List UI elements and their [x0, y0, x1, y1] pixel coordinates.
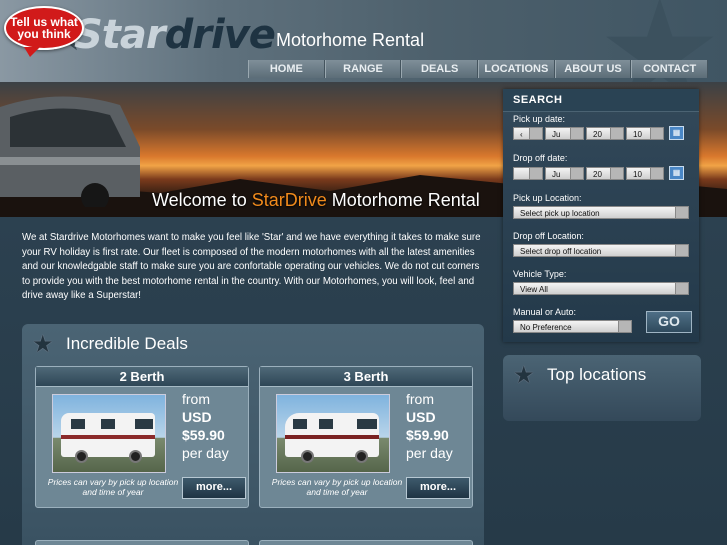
price-per: per day [406, 445, 453, 461]
vehicle-type-select[interactable]: View All [513, 282, 689, 295]
dropoff-minute-value: 10 [633, 170, 642, 179]
deal-price-block: from USD $59.90 per day [406, 390, 453, 462]
deal-title[interactable]: 3 Berth [260, 367, 472, 387]
pickup-day-value: ‹ [520, 130, 523, 139]
dropoff-location-select[interactable]: Select drop off location [513, 244, 689, 257]
transmission-value: No Preference [520, 323, 572, 332]
pickup-minute-select[interactable]: 10 [626, 127, 664, 140]
welcome-suffix: Motorhome Rental [326, 190, 480, 210]
dropoff-date-label: Drop off date: [513, 153, 568, 163]
transmission-label: Manual or Auto: [513, 307, 577, 317]
search-title: SEARCH [503, 89, 699, 112]
price-amount: $59.90 [406, 427, 449, 443]
vehicle-type-label: Vehicle Type: [513, 269, 567, 279]
welcome-heading: Welcome to StarDrive Motorhome Rental [152, 190, 480, 211]
intro-text: We at Stardrive Motorhomes want to make … [22, 232, 481, 302]
deal-card: 2 Berth from USD $59.90 per day Prices c… [35, 366, 249, 508]
star-icon: ★ [32, 330, 54, 358]
pickup-minute-value: 10 [633, 130, 642, 139]
welcome-prefix: Welcome to [152, 190, 252, 210]
nav-range[interactable]: RANGE [324, 60, 402, 78]
dropoff-location-value: Select drop off location [520, 247, 602, 256]
pickup-day-select[interactable]: ‹ [513, 127, 543, 140]
welcome-brand: StarDrive [251, 190, 327, 210]
dropoff-month-select[interactable]: Ju [545, 167, 584, 180]
main-nav: HOME RANGE DEALS LOCATIONS ABOUT US CONT… [248, 60, 709, 78]
nav-locations[interactable]: LOCATIONS [478, 60, 555, 78]
pickup-location-label: Pick up Location: [513, 193, 582, 203]
calendar-icon[interactable]: ▦ [669, 126, 684, 140]
pickup-hour-select[interactable]: 20 [586, 127, 624, 140]
calendar-icon[interactable]: ▦ [669, 166, 684, 180]
vehicle-type-value: View All [520, 285, 548, 294]
dropoff-minute-select[interactable]: 10 [626, 167, 664, 180]
deals-header: ★ Incredible Deals [22, 324, 484, 364]
logo[interactable]: Stardrive [74, 12, 276, 58]
logo-text-star: Star [74, 12, 166, 58]
rv-illustration [285, 413, 379, 463]
motorhome-image[interactable] [276, 394, 390, 473]
transmission-select[interactable]: No Preference [513, 320, 632, 333]
deal-price-block: from USD $59.90 per day [182, 390, 229, 462]
go-button[interactable]: GO [646, 311, 692, 333]
pickup-month-select[interactable]: Ju [545, 127, 584, 140]
dropoff-month-value: Ju [552, 170, 561, 179]
price-per: per day [182, 445, 229, 461]
pickup-hour-value: 20 [593, 130, 602, 139]
header: ★ ★ Stardrive Tell us what you think Mot… [0, 0, 727, 82]
nav-about-us[interactable]: ABOUT US [554, 60, 632, 78]
tagline: Motorhome Rental [276, 30, 425, 50]
deals-panel: ★ Incredible Deals 2 Berth from USD $59.… [22, 324, 484, 545]
pickup-month-value: Ju [552, 130, 561, 139]
page: ★ ★ Stardrive Tell us what you think Mot… [0, 0, 727, 545]
search-panel: SEARCH Pick up date: ‹ Ju 20 10 ▦ Drop o… [503, 89, 699, 342]
price-note: Prices can vary by pick up location and … [271, 477, 403, 497]
nav-contact[interactable]: CONTACT [631, 60, 709, 78]
deals-title: Incredible Deals [66, 334, 188, 353]
pickup-location-select[interactable]: Select pick up location [513, 206, 689, 219]
top-locations-panel: ★ Top locations [503, 355, 701, 421]
pickup-location-value: Select pick up location [520, 209, 600, 218]
logo-text-drive: drive [164, 12, 276, 58]
deal-card: 3 Berth from USD $59.90 per day Prices c… [259, 366, 473, 508]
deal-card-partial [259, 540, 473, 545]
hero-motorhome-image [0, 96, 140, 207]
nav-home[interactable]: HOME [248, 60, 325, 78]
more-button[interactable]: more... [182, 477, 246, 499]
price-currency: USD [182, 409, 212, 425]
dropoff-hour-value: 20 [593, 170, 602, 179]
star-icon: ★ [513, 361, 535, 389]
motorhome-image[interactable] [52, 394, 166, 473]
rv-illustration [61, 413, 155, 463]
dropoff-location-label: Drop off Location: [513, 231, 584, 241]
price-currency: USD [406, 409, 436, 425]
nav-deals[interactable]: DEALS [401, 60, 479, 78]
dropoff-hour-select[interactable]: 20 [586, 167, 624, 180]
price-from: from [182, 391, 210, 407]
feedback-bubble[interactable]: Tell us what you think [4, 6, 84, 57]
top-locations-title: Top locations [547, 365, 647, 384]
price-from: from [406, 391, 434, 407]
price-note: Prices can vary by pick up location and … [47, 477, 179, 497]
price-amount: $59.90 [182, 427, 225, 443]
deal-title[interactable]: 2 Berth [36, 367, 248, 387]
more-button[interactable]: more... [406, 477, 470, 499]
pickup-date-label: Pick up date: [513, 114, 566, 124]
dropoff-day-select[interactable] [513, 167, 543, 180]
deal-card-partial [35, 540, 249, 545]
